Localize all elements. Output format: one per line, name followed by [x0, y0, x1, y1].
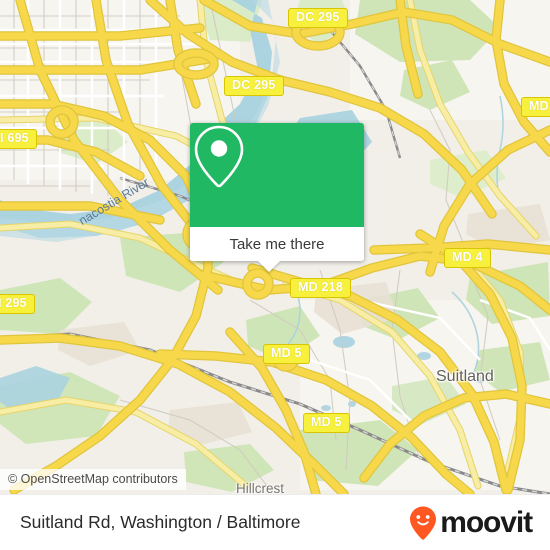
map-attribution[interactable]: © OpenStreetMap contributors — [0, 469, 186, 490]
location-title: Suitland Rd, Washington / Baltimore — [20, 512, 301, 532]
popup-pointer-tail — [258, 261, 280, 272]
place-label-hillcrest: Hillcrest — [236, 481, 285, 494]
road-shield: MD 337 — [521, 97, 550, 117]
destination-popup-card[interactable]: Take me there — [190, 123, 364, 272]
footer-bar: Suitland Rd, Washington / Baltimore moov… — [0, 494, 550, 550]
attribution-text: © OpenStreetMap contributors — [8, 472, 178, 486]
moovit-smiley-pin-icon — [410, 506, 437, 540]
road-shield: I 695 — [0, 129, 37, 149]
road-shield: I 295 — [0, 294, 35, 314]
take-me-there-button[interactable]: Take me there — [190, 227, 364, 261]
road-shield: DC 295 — [224, 76, 284, 96]
map-pin-icon — [194, 125, 244, 188]
moovit-logo: moovit — [408, 505, 533, 541]
map-canvas[interactable]: DC 295 DC 295 I 695 I 295 MD 337 MD 4 MD… — [0, 0, 550, 494]
moovit-wordmark: moovit — [440, 505, 533, 539]
take-me-there-label: Take me there — [229, 235, 325, 253]
road-shield: MD 218 — [290, 278, 351, 298]
screenshot-root: DC 295 DC 295 I 695 I 295 MD 337 MD 4 MD… — [0, 0, 550, 550]
popup-header — [190, 123, 364, 227]
place-label-suitland: Suitland — [436, 368, 494, 385]
road-shield: MD 5 — [263, 344, 310, 364]
road-shield: MD 4 — [444, 248, 491, 268]
road-shield: DC 295 — [288, 8, 348, 28]
road-shield: MD 5 — [303, 413, 350, 433]
